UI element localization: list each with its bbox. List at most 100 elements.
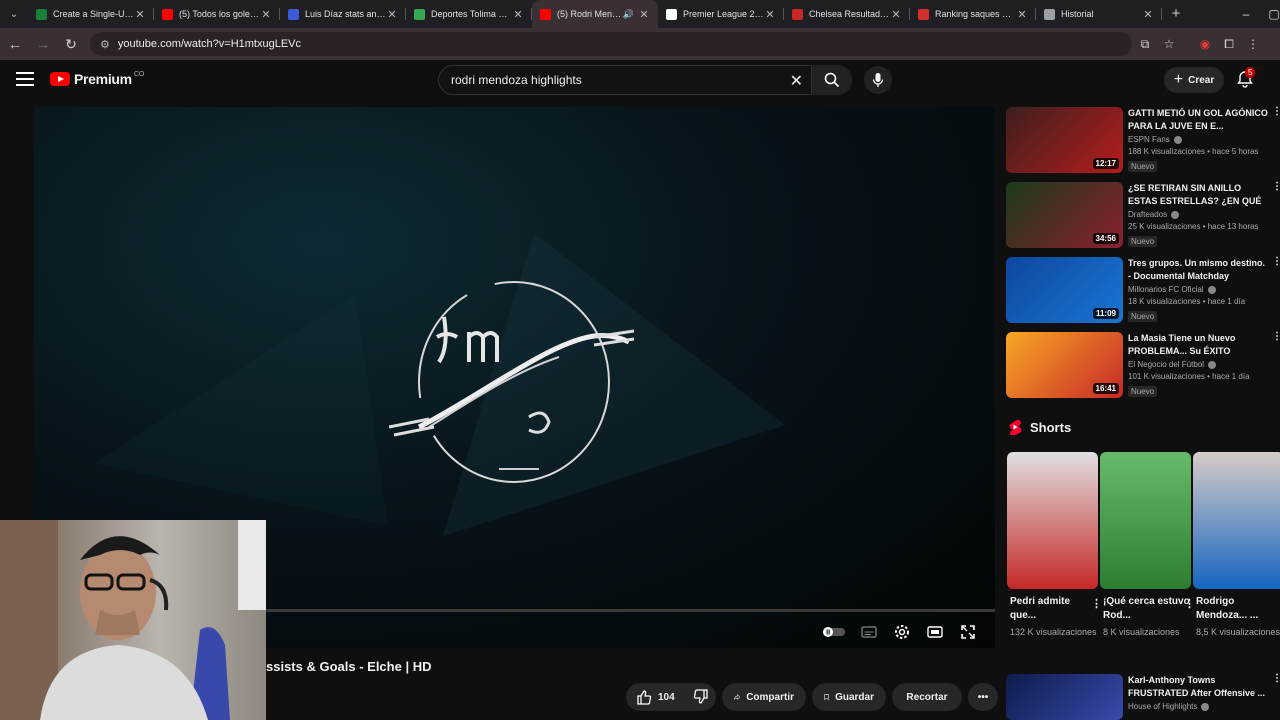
recommendation-title[interactable]: ¿SE RETIRAN SIN ANILLO ESTAS ESTRELLAS? …	[1128, 182, 1268, 208]
close-tab-icon[interactable]: ✕	[764, 8, 776, 21]
browser-toolbar: ← → ↻ ⚙ youtube.com/watch?v=H1mtxugLEVc …	[0, 28, 1280, 60]
video-duration: 34:56	[1092, 233, 1119, 244]
close-tab-icon[interactable]: ✕	[890, 8, 902, 21]
video-duration: 12:17	[1092, 158, 1119, 169]
short-views: 8,5 K visualizaciones	[1196, 627, 1280, 637]
channel-name[interactable]: Millonarios FC Oficial	[1128, 285, 1204, 294]
video-thumbnail[interactable]	[1006, 674, 1123, 720]
recommendation-title[interactable]: Karl-Anthony Towns FRUSTRATED After Offe…	[1128, 674, 1268, 700]
video-thumbnail[interactable]: 11:09	[1006, 257, 1123, 323]
dislike-button[interactable]	[693, 689, 715, 705]
recommendation-item[interactable]: 12:17 GATTI METIÓ UN GOL AGÓNICO PARA LA…	[1006, 107, 1280, 175]
browser-tab[interactable]: Create a Single-Use T ✕	[28, 0, 154, 28]
clear-search-icon[interactable]: ✕	[790, 71, 803, 91]
logo-text: Premium	[74, 71, 132, 87]
like-count: 104	[658, 691, 675, 703]
search-button[interactable]	[812, 65, 852, 95]
forward-button[interactable]: →	[30, 31, 56, 57]
close-tab-icon[interactable]: ✕	[386, 8, 398, 21]
browser-tab[interactable]: Premier League 2025 ✕	[658, 0, 784, 28]
clip-label: Recortar	[906, 691, 948, 703]
short-views: 8 K visualizaciones	[1103, 627, 1180, 637]
extensions-puzzle-icon[interactable]: ⧠	[1218, 37, 1240, 52]
short-thumbnail[interactable]	[1100, 452, 1191, 589]
like-button[interactable]: 104	[636, 689, 675, 705]
search-input[interactable]: rodri mendoza highlights ✕	[438, 65, 812, 95]
more-options-icon[interactable]: ⋮	[1272, 182, 1280, 192]
close-tab-icon[interactable]: ✕	[260, 8, 272, 21]
audio-playing-icon[interactable]: 🔊	[623, 9, 634, 20]
autoplay-toggle[interactable]	[820, 621, 848, 643]
extension-icon[interactable]: ◉	[1194, 37, 1216, 51]
reload-button[interactable]: ↻	[58, 31, 84, 57]
share-button[interactable]: Compartir	[722, 683, 806, 711]
video-thumbnail[interactable]: 16:41	[1006, 332, 1123, 398]
channel-name[interactable]: Drafteados	[1128, 210, 1167, 219]
more-actions-button[interactable]: •••	[968, 683, 998, 711]
more-options-icon[interactable]: ⋮	[1272, 332, 1280, 342]
recommendation-title[interactable]: La Masia Tiene un Nuevo PROBLEMA... Su É…	[1128, 332, 1268, 358]
short-title[interactable]: ¡Qué cerca estuvo Rod...	[1103, 595, 1191, 623]
close-tab-icon[interactable]: ✕	[638, 8, 650, 21]
microphone-icon	[872, 73, 884, 87]
address-bar[interactable]: ⚙ youtube.com/watch?v=H1mtxugLEVc	[90, 32, 1132, 56]
browser-tab[interactable]: Chelsea Resultados, c ✕	[784, 0, 910, 28]
short-title[interactable]: Pedri admite que...	[1010, 595, 1098, 623]
browser-tab[interactable]: (5) Rodri Mendoz 🔊 ✕	[532, 0, 658, 28]
recommendation-title[interactable]: Tres grupos. Un mismo destino. - Documen…	[1128, 257, 1268, 283]
youtube-logo[interactable]: Premium CO	[50, 71, 144, 87]
view-stats: 101 K visualizaciones • hace 1 día	[1128, 372, 1250, 381]
tab-title: Ranking saques de es	[935, 9, 1016, 19]
short-thumbnail[interactable]	[1007, 452, 1098, 589]
recommendation-title[interactable]: GATTI METIÓ UN GOL AGÓNICO PARA LA JUVE …	[1128, 107, 1268, 133]
video-thumbnail[interactable]: 12:17	[1006, 107, 1123, 173]
profile-icon[interactable]: ⋮	[1242, 37, 1264, 51]
new-tab-button[interactable]: +	[1162, 0, 1190, 28]
fullscreen-button[interactable]	[957, 621, 979, 643]
browser-tab[interactable]: Ranking saques de es ✕	[910, 0, 1036, 28]
more-options-icon[interactable]: ⋮	[1091, 597, 1102, 610]
video-thumbnail[interactable]: 34:56	[1006, 182, 1123, 248]
browser-tab[interactable]: (5) Todos los goles de ✕	[154, 0, 280, 28]
close-tab-icon[interactable]: ✕	[134, 8, 146, 21]
recommendation-item[interactable]: 11:09 Tres grupos. Un mismo destino. - D…	[1006, 257, 1280, 325]
tab-favicon-icon	[792, 8, 803, 20]
back-button[interactable]: ←	[2, 31, 28, 57]
maximize-button[interactable]: ▢	[1256, 0, 1280, 28]
menu-icon[interactable]	[16, 72, 34, 90]
bookmark-star-icon[interactable]: ☆	[1158, 37, 1180, 51]
save-button[interactable]: Guardar	[812, 683, 886, 711]
bookmark-icon	[824, 694, 829, 701]
cast-icon[interactable]: ⧉	[1134, 37, 1156, 52]
verified-icon	[1201, 702, 1210, 711]
close-tab-icon[interactable]: ✕	[1142, 8, 1154, 21]
more-options-icon[interactable]: ⋮	[1184, 597, 1195, 610]
tab-search-button[interactable]: ⌄	[0, 0, 28, 28]
clip-button[interactable]: Recortar	[892, 683, 962, 711]
channel-name[interactable]: El Negocio del Fútbol	[1128, 360, 1204, 369]
settings-button[interactable]	[891, 621, 913, 643]
recommendation-item[interactable]: 34:56 ¿SE RETIRAN SIN ANILLO ESTAS ESTRE…	[1006, 182, 1280, 250]
notifications-button[interactable]: 5	[1236, 67, 1256, 90]
browser-tab[interactable]: Luis Díaz stats and ra ✕	[280, 0, 406, 28]
short-thumbnail[interactable]	[1193, 452, 1280, 589]
channel-name[interactable]: House of Highlights	[1128, 702, 1197, 711]
more-options-icon[interactable]: ⋮	[1272, 107, 1280, 117]
short-title[interactable]: Rodrigo Mendoza... ...	[1196, 595, 1280, 623]
recommendation-item[interactable]: 16:41 La Masia Tiene un Nuevo PROBLEMA..…	[1006, 332, 1280, 400]
subtitles-button[interactable]	[858, 621, 880, 643]
browser-tab[interactable]: Deportes Tolima Vs A ✕	[406, 0, 532, 28]
recommendation-item[interactable]: Karl-Anthony Towns FRUSTRATED After Offe…	[1006, 674, 1280, 720]
voice-search-button[interactable]	[864, 66, 892, 94]
browser-tab[interactable]: Historial ✕	[1036, 0, 1162, 28]
more-options-icon[interactable]: ⋮	[1272, 257, 1280, 267]
close-tab-icon[interactable]: ✕	[512, 8, 524, 21]
theater-mode-button[interactable]	[924, 621, 946, 643]
new-badge: Nuevo	[1128, 311, 1158, 322]
close-tab-icon[interactable]: ✕	[1016, 8, 1028, 21]
channel-name[interactable]: ESPN Fans	[1128, 135, 1170, 144]
video-title: ssists & Goals - Elche | HD	[266, 659, 432, 674]
site-info-icon[interactable]: ⚙	[100, 38, 110, 51]
more-options-icon[interactable]: ⋮	[1272, 674, 1280, 684]
create-button[interactable]: + Crear	[1164, 67, 1224, 93]
